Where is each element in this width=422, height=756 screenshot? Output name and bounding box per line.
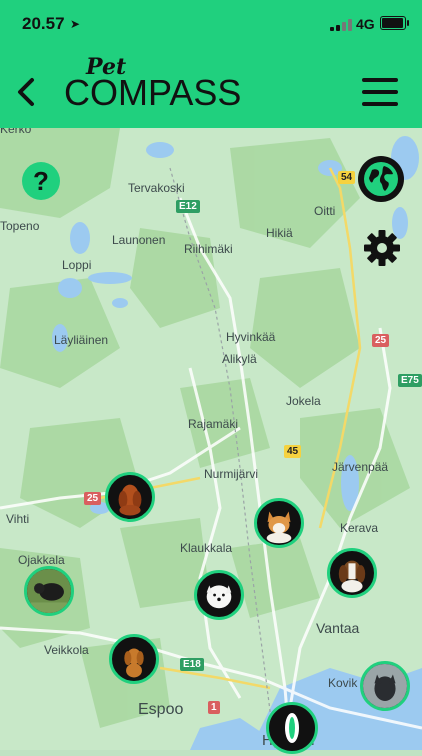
place-label: Hikiä xyxy=(266,226,293,240)
dog-photo-icon xyxy=(206,585,232,609)
place-label: Jokela xyxy=(286,394,321,408)
road-shield: 25 xyxy=(372,334,390,347)
pet-marker[interactable] xyxy=(105,472,155,522)
battery-icon xyxy=(380,16,409,30)
road-shield: E12 xyxy=(176,200,200,213)
place-label: Veikkola xyxy=(44,643,89,657)
network-type: 4G xyxy=(356,16,375,32)
place-label: Tervakoski xyxy=(128,181,185,195)
road-shield: E75 xyxy=(398,374,422,387)
place-label: Espoo xyxy=(138,701,184,718)
pet-marker[interactable] xyxy=(194,570,244,620)
status-bar: 20.57 ➤ 4G xyxy=(0,0,422,48)
dog-photo-icon xyxy=(266,511,292,544)
back-button[interactable] xyxy=(14,76,42,108)
place-label: Alikylä xyxy=(222,352,257,366)
dog-photo-icon xyxy=(124,648,144,678)
place-label: Rajamäki xyxy=(188,417,239,431)
compass-needle-icon xyxy=(285,713,299,743)
place-label: Loppi xyxy=(62,258,92,272)
place-label: Kerko xyxy=(0,128,32,136)
map-view[interactable]: Kerko Tervakoski Oitti Topeno Launonen R… xyxy=(0,128,422,750)
pet-marker[interactable] xyxy=(254,498,304,548)
road-shield: 45 xyxy=(284,445,302,458)
menu-button[interactable] xyxy=(362,76,400,108)
status-time: 20.57 xyxy=(22,14,65,33)
logo-compass-text: COMPASS xyxy=(64,72,242,113)
place-label: Vantaa xyxy=(316,620,360,636)
globe-button[interactable] xyxy=(358,156,404,202)
place-label: Klaukkala xyxy=(180,541,233,555)
pet-marker[interactable] xyxy=(360,661,410,711)
gear-icon xyxy=(364,230,400,266)
dog-photo-icon xyxy=(363,664,407,708)
place-label: Vihti xyxy=(6,512,30,526)
chevron-left-icon xyxy=(18,78,34,106)
settings-button[interactable] xyxy=(362,228,402,268)
location-arrow-icon: ➤ xyxy=(70,17,81,31)
place-label: Kovik xyxy=(328,676,358,690)
place-label: Riihimäki xyxy=(184,242,233,256)
app-logo: Pet COMPASS xyxy=(64,54,241,114)
place-label: Järvenpää xyxy=(332,460,389,474)
road-shield: E18 xyxy=(180,658,204,671)
dog-photo-icon xyxy=(118,484,142,516)
place-label: Nurmijärvi xyxy=(204,467,258,481)
help-button[interactable]: ? xyxy=(22,162,60,200)
place-label: Topeno xyxy=(0,219,40,233)
place-label: Oitti xyxy=(314,204,336,218)
cellular-signal-icon xyxy=(330,19,352,31)
pet-marker[interactable] xyxy=(109,634,159,684)
app-header: 20.57 ➤ 4G Pet COMPASS xyxy=(0,0,422,128)
compass-marker[interactable] xyxy=(266,702,318,754)
road-shield: 54 xyxy=(338,171,356,184)
pet-marker[interactable] xyxy=(24,566,74,616)
dog-photo-icon xyxy=(338,560,366,593)
place-label: Kerava xyxy=(340,521,379,535)
road-shield: 1 xyxy=(208,701,220,714)
dog-photo-icon xyxy=(27,569,71,613)
place-label: Launonen xyxy=(112,233,166,247)
pet-marker[interactable] xyxy=(327,548,377,598)
road-shield: 25 xyxy=(84,492,102,505)
globe-icon xyxy=(364,162,398,196)
place-label: Hyvinkää xyxy=(226,330,276,344)
place-label: Ojakkala xyxy=(18,553,65,567)
place-label: Läyliäinen xyxy=(54,333,109,347)
